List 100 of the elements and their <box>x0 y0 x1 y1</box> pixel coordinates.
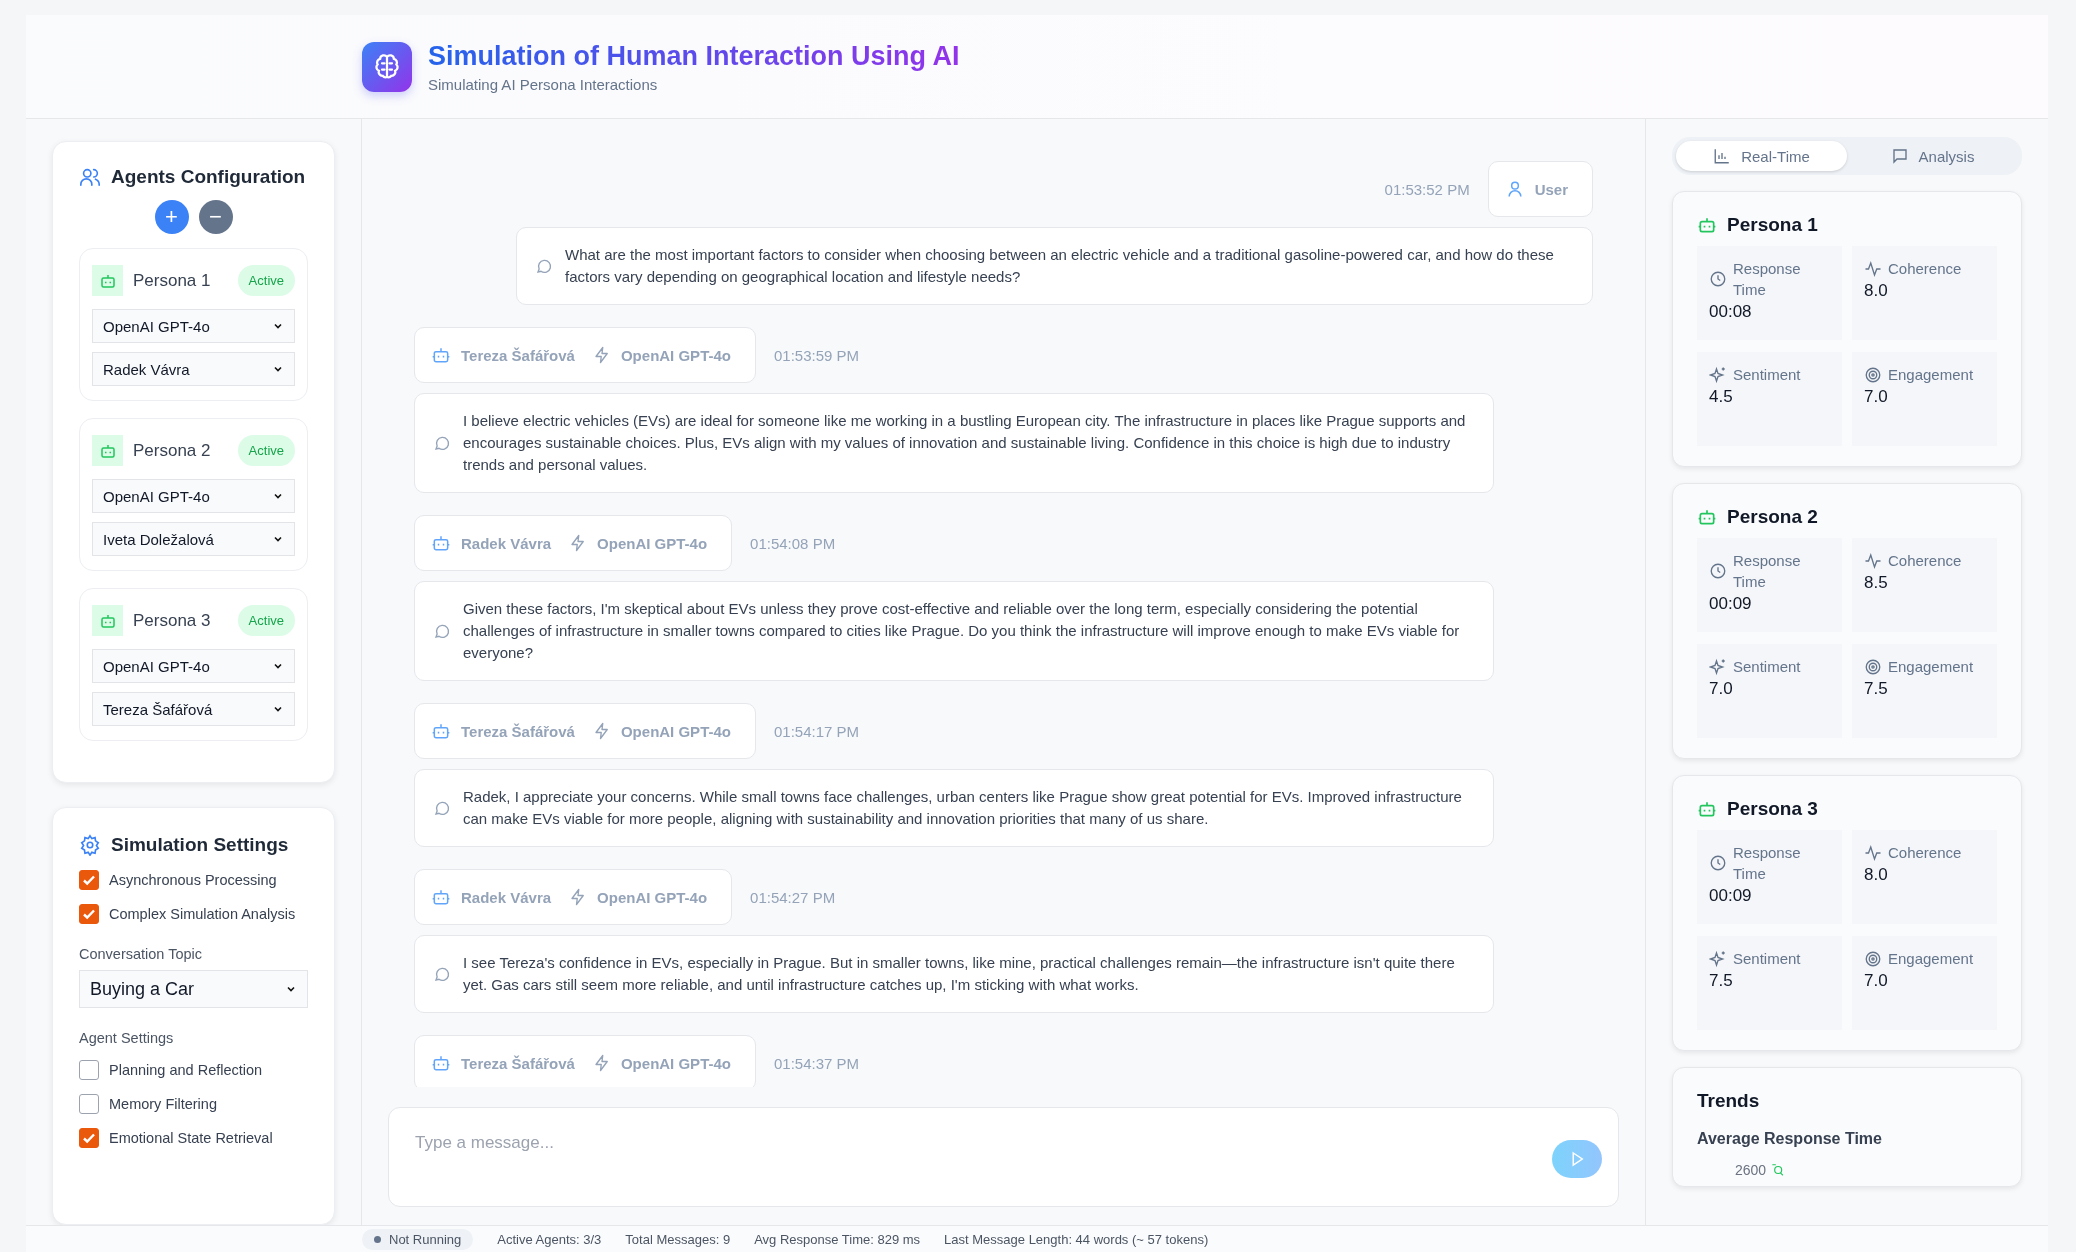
metric-value: 00:08 <box>1709 302 1753 322</box>
metric-value: 00:09 <box>1709 594 1753 614</box>
clock-icon <box>1709 270 1727 288</box>
pulse-icon <box>1864 259 1882 278</box>
view-tab[interactable]: Real-Time <box>1676 141 1847 171</box>
message-time: 01:54:37 PM <box>773 1054 860 1072</box>
panel-title: Agents Configuration <box>111 166 306 188</box>
robot-icon <box>431 533 451 553</box>
model-select[interactable]: OpenAI GPT-4o <box>92 479 295 513</box>
model-name: OpenAI GPT-4o <box>620 722 731 740</box>
sender-name: Tereza Šafářová <box>461 1054 575 1072</box>
metric-label: Response Time <box>1733 259 1802 300</box>
message-text: I believe electric vehicles (EVs) are ideal for someone like me working in a bustling European city. The infrastructure in places like Prague supports and encourages sustainable choices. Plus, EVs align with my values of innovation and sustainable living. Confidence in this choice is high due to industry trends and personal values. <box>463 411 1467 475</box>
status-item: Total Messages: 9 <box>625 1231 731 1247</box>
metric-label: Sentiment <box>1733 949 1801 969</box>
robot-icon <box>92 605 123 636</box>
metric-label: Engagement <box>1888 657 1974 677</box>
model-select[interactable]: OpenAI GPT-4o <box>92 309 295 343</box>
message-time: 01:54:08 PM <box>750 534 836 552</box>
checkbox[interactable] <box>79 904 99 924</box>
metric-value: 7.5 <box>1709 971 1734 991</box>
sender-name: Tereza Šafářová <box>461 346 575 364</box>
sender-name: Tereza Šafářová <box>461 722 575 740</box>
status-badge: Active <box>237 265 295 296</box>
message-input[interactable]: Type a message... <box>413 1132 1017 1154</box>
metric-value: 4.5 <box>1709 387 1734 407</box>
speech-bubble-icon <box>433 965 451 983</box>
metric-label: Response Time <box>1733 843 1802 884</box>
message-text: Radek, I appreciate your concerns. While small towns face challenges, urban centers like Prague show great potential for EVs. Improved infrastructure can make EVs viable for more people, aligning with sustainability and innovation priorities that many of us share. <box>463 787 1463 829</box>
run-status: Not Running <box>362 1228 474 1250</box>
view-tab[interactable]: Analysis <box>1847 141 2018 171</box>
pulse-icon <box>1864 551 1882 570</box>
message-text: What are the most important factors to consider when choosing between an electric vehicle and a traditional gasoline-powered car, and how do these factors vary depending on geographical location and lifestyle needs? <box>565 245 1555 287</box>
checkbox[interactable] <box>79 1060 99 1080</box>
metric-label: Coherence <box>1888 551 1962 571</box>
message-text: I see Tereza's confidence in EVs, especially in Prague. But in smaller towns, like mine, practical challenges remain—the infrastructure isn't quite there yet. Gas cars still seem more reliable, and until infrastructure catches up, I'm sticking with what works. <box>463 953 1456 995</box>
message-time: 01:53:59 PM <box>773 346 860 364</box>
settings-icon <box>79 834 101 856</box>
robot-icon <box>431 887 451 907</box>
checkbox[interactable] <box>79 1094 99 1114</box>
sparkle-icon <box>1709 657 1727 676</box>
users-icon <box>79 166 101 188</box>
axis-label: 2600 <box>1735 1162 1767 1178</box>
robot-icon <box>431 345 451 365</box>
sender-name: User <box>1534 180 1568 198</box>
metric-label: Coherence <box>1888 843 1962 863</box>
metric-value: 8.0 <box>1864 281 1889 301</box>
metric-value: 00:09 <box>1709 886 1753 906</box>
pulse-icon <box>1864 843 1882 862</box>
sparkle-icon <box>1709 365 1727 384</box>
metric-value: 7.0 <box>1864 971 1889 991</box>
metric-value: 7.5 <box>1864 679 1889 699</box>
checkbox-label: Emotional State Retrieval <box>109 1130 273 1146</box>
robot-icon <box>1697 215 1717 235</box>
target-icon <box>1864 365 1882 384</box>
metric-value: 7.0 <box>1864 387 1889 407</box>
checkbox-label: Memory Filtering <box>109 1096 217 1112</box>
add-agent-button[interactable]: + <box>154 200 189 234</box>
character-select[interactable]: Tereza Šafářová <box>92 692 295 726</box>
checkbox-label: Complex Simulation Analysis <box>109 906 296 922</box>
model-name: OpenAI GPT-4o <box>620 346 731 364</box>
bar-chart-icon <box>1713 147 1732 165</box>
robot-icon <box>431 721 451 741</box>
metric-label: Sentiment <box>1733 365 1801 385</box>
persona-name: Persona 2 <box>133 440 212 461</box>
status-item: Active Agents: 3/3 <box>497 1231 602 1247</box>
character-select[interactable]: Radek Vávra <box>92 352 295 386</box>
model-name: OpenAI GPT-4o <box>620 1054 731 1072</box>
message-time: 01:53:52 PM <box>1384 180 1470 198</box>
panel-title: Simulation Settings <box>111 834 289 856</box>
status-item: Last Message Length: 44 words (~ 57 tokens) <box>944 1231 1209 1247</box>
message-time: 01:54:27 PM <box>750 888 836 906</box>
checkbox[interactable] <box>79 1128 99 1148</box>
model-select[interactable]: OpenAI GPT-4o <box>92 649 295 683</box>
send-button[interactable] <box>1552 1140 1602 1178</box>
topic-select[interactable]: Buying a Car <box>79 970 308 1008</box>
status-badge: Active <box>237 435 295 466</box>
metric-label: Response Time <box>1733 551 1802 592</box>
field-label: Conversation Topic <box>79 946 204 962</box>
checkbox[interactable] <box>79 870 99 890</box>
remove-agent-button[interactable]: − <box>198 200 233 234</box>
zoom-icon[interactable] <box>1770 1163 1785 1177</box>
speech-bubble-icon <box>433 622 451 640</box>
metric-label: Coherence <box>1888 259 1962 279</box>
checkbox-label: Planning and Reflection <box>109 1062 263 1078</box>
lightning-icon <box>592 346 611 364</box>
speech-bubble-icon <box>535 257 553 275</box>
metric-label: Sentiment <box>1733 657 1801 677</box>
brain-logo-icon <box>362 41 412 92</box>
trends-title: Trends <box>1697 1090 1761 1112</box>
robot-icon <box>431 1053 451 1073</box>
section-label: Agent Settings <box>79 1030 175 1046</box>
speech-bubble-icon <box>433 799 451 817</box>
clock-icon <box>1709 854 1727 872</box>
robot-icon <box>92 435 123 466</box>
character-select[interactable]: Iveta Doležalová <box>92 522 295 556</box>
persona-name: Persona 1 <box>133 270 212 291</box>
metric-label: Engagement <box>1888 365 1974 385</box>
robot-icon <box>92 265 123 296</box>
metric-value: 8.5 <box>1864 573 1889 593</box>
